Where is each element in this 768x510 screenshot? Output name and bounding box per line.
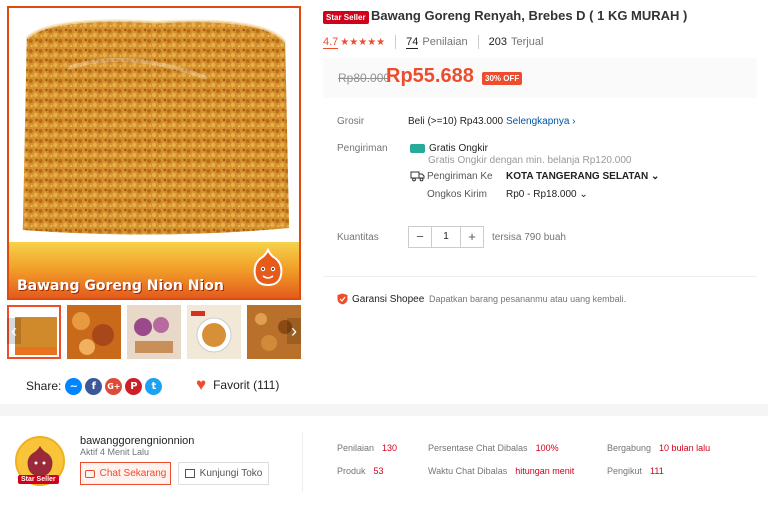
stock-remaining: tersisa 790 buah <box>492 232 566 243</box>
visit-shop-button[interactable]: Kunjungi Toko <box>178 462 269 485</box>
stat-value: 111 <box>650 466 664 476</box>
free-shipping: Gratis Ongkir <box>410 143 488 154</box>
ship-to-label: Pengiriman Ke <box>427 171 493 182</box>
thumbnail-strip: ‹ › <box>7 305 301 359</box>
stat-label: Persentase Chat Dibalas <box>428 443 528 453</box>
messenger-icon[interactable]: ~ <box>65 377 83 395</box>
heart-icon: ♥ <box>196 375 207 394</box>
facebook-icon[interactable]: f <box>85 377 103 395</box>
seller-panel: Star Seller bawanggorengnionnion Aktif 4… <box>0 416 768 510</box>
fried-shallot-bag-image <box>9 8 299 243</box>
product-main-image[interactable]: Bawang Goreng Nion Nion <box>7 6 301 300</box>
shipping-label: Pengiriman <box>337 143 388 154</box>
current-price: Rp55.688 <box>386 65 474 87</box>
stat-label: Waktu Chat Dibalas <box>428 466 508 476</box>
divider <box>395 35 397 49</box>
chat-now-label: Chat Sekarang <box>99 468 167 479</box>
stat-label: Penilaian <box>337 443 375 453</box>
favorite-button[interactable]: ♥ Favorit (111) <box>196 375 280 394</box>
thumbnail[interactable] <box>187 305 241 359</box>
stat-label: Produk <box>337 466 366 476</box>
pinterest-icon[interactable]: P <box>125 377 143 395</box>
seller-stat: Waktu Chat Dibalas hitungan menit <box>428 466 574 476</box>
reviews-label: Penilaian <box>422 36 468 48</box>
favorite-label: Favorit (111) <box>213 378 280 392</box>
free-shipping-icon <box>410 144 425 153</box>
star-seller-badge: Star Seller <box>18 475 59 484</box>
quantity-decrease-button[interactable]: − <box>409 227 431 247</box>
thumbnail-prev-arrow[interactable]: ‹ <box>7 318 21 344</box>
stat-value: 130 <box>382 443 398 453</box>
product-title: Bawang Goreng Renyah, Brebes D ( 1 KG MU… <box>371 8 688 23</box>
star-seller-badge: Star Seller <box>323 11 369 24</box>
quantity-increase-button[interactable]: + <box>461 227 483 247</box>
seller-stat: Penilaian 130 <box>337 443 397 453</box>
guarantee[interactable]: Garansi Shopee <box>337 293 424 305</box>
stat-value: hitungan menit <box>515 466 575 476</box>
guarantee-description: Dapatkan barang pesananmu atau uang kemb… <box>429 294 627 304</box>
stat-value: 53 <box>373 466 384 476</box>
share-label: Share: <box>26 379 62 393</box>
divider <box>302 432 303 492</box>
grosir-more-link[interactable]: Selengkapnya › <box>506 116 576 127</box>
guarantee-title: Garansi Shopee <box>352 293 425 305</box>
seller-stat: Bergabung 10 bulan lalu <box>607 443 710 453</box>
product-page: Bawang Goreng Nion Nion ‹ › Share: ~ f G… <box>0 0 768 510</box>
shallot-mascot-icon <box>253 248 283 286</box>
quantity-input[interactable]: 1 <box>431 227 461 247</box>
free-shipping-text: Gratis Ongkir <box>429 143 488 154</box>
thumbnail[interactable] <box>127 305 181 359</box>
grosir-label: Grosir <box>337 116 365 127</box>
shield-icon <box>337 293 348 305</box>
shop-icon <box>184 469 195 478</box>
seller-name[interactable]: bawanggorengnionnion <box>80 435 194 447</box>
price-box: Rp80.000 Rp55.688 30% OFF <box>323 58 757 98</box>
google-plus-icon[interactable]: G+ <box>105 377 123 395</box>
seller-stat: Pengikut 111 <box>607 466 664 476</box>
seller-stat: Produk 53 <box>337 466 384 476</box>
free-shipping-note: Gratis Ongkir dengan min. belanja Rp120.… <box>428 155 632 166</box>
sold-label: Terjual <box>511 36 544 48</box>
grosir-value: Beli (>=10) Rp43.000 <box>408 116 504 127</box>
ship-to-dropdown[interactable]: KOTA TANGERANG SELATAN ⌄ <box>506 171 659 182</box>
thumbnail[interactable] <box>67 305 121 359</box>
sold-count: 203 <box>488 36 507 48</box>
seller-active-status: Aktif 4 Menit Lalu <box>80 447 150 457</box>
shipping-cost-label: Ongkos Kirim <box>427 189 488 200</box>
image-banner-text: Bawang Goreng Nion Nion <box>17 278 224 294</box>
rating-value[interactable]: 4.7 <box>323 36 339 49</box>
product-meta: 4.7 ★★★★★ 74 Penilaian 203 Terjual <box>323 35 543 49</box>
quantity-label: Kuantitas <box>337 232 379 243</box>
stat-label: Pengikut <box>607 466 643 476</box>
rating-stars-icon: ★★★★★ <box>340 36 386 48</box>
discount-badge: 30% OFF <box>482 72 523 85</box>
section-separator <box>0 404 768 416</box>
original-price: Rp80.000 <box>338 71 391 85</box>
chat-now-button[interactable]: Chat Sekarang <box>80 462 171 485</box>
share-bar: Share: ~ f G+ P t <box>26 376 165 396</box>
stat-value: 100% <box>535 443 559 453</box>
seller-stat: Persentase Chat Dibalas 100% <box>428 443 559 453</box>
quantity-stepper: − 1 + <box>408 226 484 248</box>
thumbnail-next-arrow[interactable]: › <box>287 318 301 344</box>
shipping-cost-dropdown[interactable]: Rp0 - Rp18.000 ⌄ <box>506 189 588 200</box>
reviews-count[interactable]: 74 <box>406 36 419 49</box>
truck-icon <box>410 171 425 182</box>
stat-value: 10 bulan lalu <box>659 443 711 453</box>
visit-shop-label: Kunjungi Toko <box>199 468 263 479</box>
divider <box>323 276 757 277</box>
stat-label: Bergabung <box>607 443 652 453</box>
twitter-icon[interactable]: t <box>145 377 163 395</box>
divider <box>477 35 479 49</box>
chat-icon <box>84 469 95 478</box>
